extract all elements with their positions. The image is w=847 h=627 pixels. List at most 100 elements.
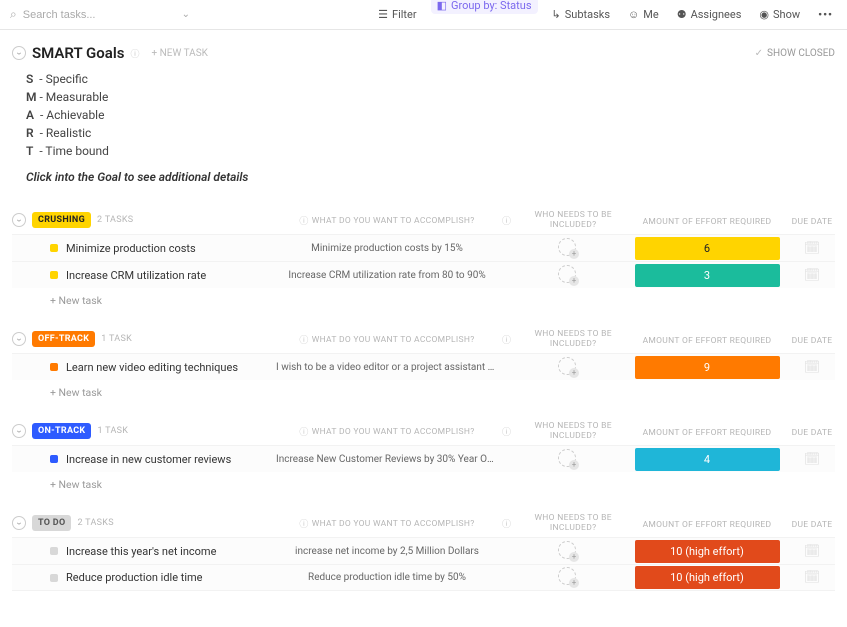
task-accomplish: Reduce production idle time by 50% <box>272 572 502 583</box>
plus-icon: + <box>569 249 579 259</box>
plus-icon: + <box>569 368 579 378</box>
add-assignee-button[interactable]: + <box>558 449 576 467</box>
status-square-icon[interactable] <box>50 455 58 463</box>
info-icon: ⓘ <box>299 425 308 438</box>
group-header-main: TO DO2 TASKS <box>12 515 272 531</box>
group-icon: ◧ <box>437 0 447 12</box>
column-header-accomplish: ⓘ WHAT DO YOU WANT TO ACCOMPLISH? <box>272 516 502 530</box>
new-task-button[interactable]: + New task <box>12 472 835 491</box>
task-who-cell: + <box>502 567 632 588</box>
collapse-toggle-icon[interactable] <box>12 424 26 438</box>
task-who-cell: + <box>502 238 632 259</box>
task-due-cell[interactable]: 🗓 <box>782 268 842 283</box>
task-row[interactable]: Minimize production costsMinimize produc… <box>12 234 835 261</box>
collapse-toggle-icon[interactable] <box>12 332 26 346</box>
add-assignee-button[interactable]: + <box>558 357 576 375</box>
task-due-cell[interactable]: 🗓 <box>782 544 842 559</box>
smart-item: S - Specific <box>26 70 835 88</box>
column-header-accomplish: ⓘ WHAT DO YOU WANT TO ACCOMPLISH? <box>272 213 502 227</box>
calendar-icon: 🗓 <box>804 570 821 585</box>
status-square-icon[interactable] <box>50 363 58 371</box>
task-accomplish: Increase CRM utilization rate from 80 to… <box>272 270 502 281</box>
effort-badge[interactable]: 3 <box>635 264 780 287</box>
search-input[interactable] <box>23 9 170 21</box>
task-count: 2 TASKS <box>97 215 133 225</box>
header-row: SMART Goals ⓘ + NEW TASK ✓ SHOW CLOSED <box>12 44 835 62</box>
effort-badge[interactable]: 10 (high effort) <box>635 566 780 589</box>
task-who-cell: + <box>502 541 632 562</box>
smart-item: T - Time bound <box>26 142 835 160</box>
add-assignee-button[interactable]: + <box>558 541 576 559</box>
task-row[interactable]: Reduce production idle timeReduce produc… <box>12 564 835 591</box>
status-pill[interactable]: ON-TRACK <box>32 423 91 439</box>
task-due-cell[interactable]: 🗓 <box>782 360 842 375</box>
add-assignee-button[interactable]: + <box>558 265 576 283</box>
show-closed-button[interactable]: ✓ SHOW CLOSED <box>755 48 835 59</box>
header-left: SMART Goals ⓘ + NEW TASK <box>12 44 208 62</box>
task-who-cell: + <box>502 265 632 286</box>
task-row[interactable]: Increase CRM utilization rateIncrease CR… <box>12 261 835 288</box>
status-square-icon[interactable] <box>50 271 58 279</box>
show-button[interactable]: ◉ Show <box>755 6 804 23</box>
column-header-effort: AMOUNT OF EFFORT REQUIRED <box>632 332 782 346</box>
more-button[interactable]: ••• <box>814 6 837 23</box>
effort-badge[interactable]: 10 (high effort) <box>635 540 780 563</box>
status-square-icon[interactable] <box>50 574 58 582</box>
task-count: 1 TASK <box>101 334 132 344</box>
task-due-cell[interactable]: 🗓 <box>782 452 842 467</box>
group-by-button[interactable]: ◧ Group by: Status <box>431 0 538 14</box>
group-by-label: Group by: Status <box>451 0 532 12</box>
status-square-icon[interactable] <box>50 547 58 555</box>
assignees-button[interactable]: ⚉ Assignees <box>673 6 746 23</box>
info-icon[interactable]: ⓘ <box>130 47 139 60</box>
collapse-toggle-icon[interactable] <box>12 516 26 530</box>
status-square-icon[interactable] <box>50 244 58 252</box>
task-main: Increase this year's net income <box>12 545 272 558</box>
status-pill[interactable]: OFF-TRACK <box>32 331 95 347</box>
collapse-toggle-icon[interactable] <box>12 213 26 227</box>
calendar-icon: 🗓 <box>804 241 821 256</box>
filter-button[interactable]: ☰ Filter <box>374 6 420 23</box>
new-task-button[interactable]: + New task <box>12 380 835 399</box>
effort-badge[interactable]: 9 <box>635 356 780 379</box>
toolbar: ☰ Filter ◧ Group by: Status ↳ Subtasks ☺… <box>374 0 837 32</box>
column-header-due: DUE DATE <box>782 213 842 227</box>
show-label: Show <box>773 8 800 21</box>
new-task-button[interactable]: + New task <box>12 288 835 307</box>
check-icon: ✓ <box>755 48 763 59</box>
people-icon: ⚉ <box>677 8 687 21</box>
task-accomplish: I wish to be a video editor or a project… <box>272 362 502 373</box>
task-due-cell[interactable]: 🗓 <box>782 241 842 256</box>
task-accomplish: Increase New Customer Reviews by 30% Yea… <box>272 454 502 465</box>
add-assignee-button[interactable]: + <box>558 238 576 256</box>
more-icon: ••• <box>818 8 833 21</box>
add-assignee-button[interactable]: + <box>558 567 576 585</box>
task-main: Increase in new customer reviews <box>12 453 272 466</box>
task-main: Minimize production costs <box>12 242 272 255</box>
filter-label: Filter <box>392 8 417 21</box>
effort-badge[interactable]: 6 <box>635 237 780 260</box>
column-header-accomplish: ⓘ WHAT DO YOU WANT TO ACCOMPLISH? <box>272 332 502 346</box>
status-pill[interactable]: TO DO <box>32 515 71 531</box>
main-content: SMART Goals ⓘ + NEW TASK ✓ SHOW CLOSED S… <box>0 30 847 627</box>
smart-item: M - Measurable <box>26 88 835 106</box>
status-pill[interactable]: CRUSHING <box>32 212 91 228</box>
task-row[interactable]: Increase this year's net incomeincrease … <box>12 537 835 564</box>
task-row[interactable]: Learn new video editing techniquesI wish… <box>12 353 835 380</box>
collapse-toggle-icon[interactable] <box>12 46 26 60</box>
task-group: CRUSHING 2 TASKS ⓘ WHAT DO YOU WANT TO ACC… <box>12 206 835 307</box>
me-button[interactable]: ☺ Me <box>624 6 663 23</box>
subtasks-icon: ↳ <box>552 8 561 21</box>
task-effort-cell: 6 <box>632 237 782 260</box>
chevron-down-icon[interactable]: ⌄ <box>182 9 190 20</box>
task-row[interactable]: Increase in new customer reviewsIncrease… <box>12 445 835 472</box>
column-header-due: DUE DATE <box>782 516 842 530</box>
task-main: Reduce production idle time <box>12 571 272 584</box>
new-task-top-button[interactable]: + NEW TASK <box>151 48 207 59</box>
task-accomplish: increase net income by 2,5 Million Dolla… <box>272 546 502 557</box>
column-header-who: ⓘ WHO NEEDS TO BE INCLUDED? <box>502 513 632 533</box>
info-icon: ⓘ <box>502 214 511 227</box>
subtasks-button[interactable]: ↳ Subtasks <box>548 6 615 23</box>
effort-badge[interactable]: 4 <box>635 448 780 471</box>
task-due-cell[interactable]: 🗓 <box>782 570 842 585</box>
